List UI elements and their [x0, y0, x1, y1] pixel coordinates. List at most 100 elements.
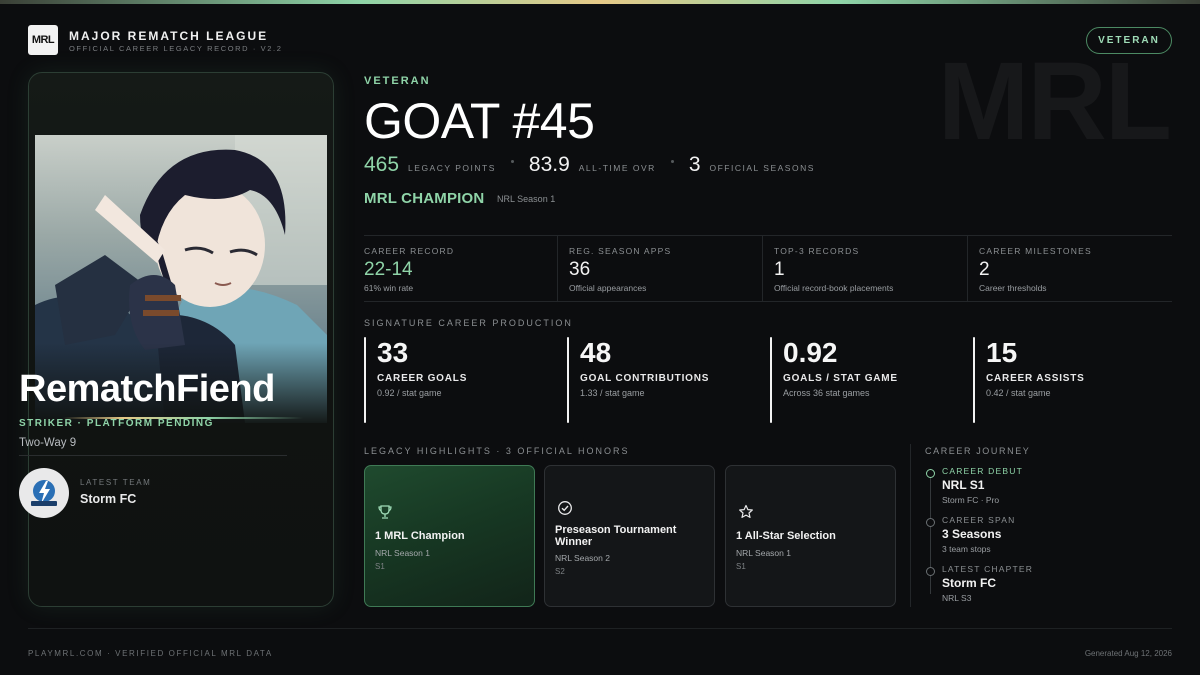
divider [910, 444, 911, 607]
record-label: CAREER MILESTONES [979, 246, 1092, 256]
highlight-sub: NRL Season 1 [736, 548, 791, 558]
production-note: 1.33 / stat game [580, 388, 645, 398]
highlights-label: LEGACY HIGHLIGHTS · 3 OFFICIAL HONORS [364, 446, 630, 456]
footer-generated-date: Generated Aug 12, 2026 [1084, 649, 1172, 658]
record-note: Official record-book placements [774, 283, 894, 293]
champion-title: MRL CHAMPION [364, 190, 485, 207]
headline-stats: 465 LEGACY POINTS 83.9 ALL-TIME OVR 3 OF… [364, 153, 815, 177]
league-name: MAJOR REMATCH LEAGUE [69, 29, 269, 43]
highlight-title: Preseason Tournament Winner [555, 524, 677, 548]
journey-label: CAREER JOURNEY [925, 446, 1031, 456]
highlight-season: S2 [555, 567, 565, 576]
star-icon [739, 504, 753, 518]
player-name: RematchFiend [19, 368, 275, 410]
record-value: 36 [569, 259, 591, 280]
timeline-dot [926, 469, 935, 478]
highlight-card: 1 MRL Champion NRL Season 1 S1 [364, 465, 535, 607]
record-milestones: CAREER MILESTONES 2 Career thresholds [979, 246, 1092, 293]
divider [364, 301, 1172, 302]
production-bar [364, 337, 366, 423]
production-label-text: CAREER GOALS [377, 373, 468, 384]
journey-step-note: Storm FC · Pro [942, 495, 1000, 505]
production-value: 33 [377, 337, 409, 368]
journey-step-value: NRL S1 [942, 478, 985, 492]
journey-step-value: Storm FC [942, 576, 996, 590]
highlight-season: S1 [736, 562, 746, 571]
footer-divider [28, 628, 1172, 629]
production-note: 0.92 / stat game [377, 388, 442, 398]
record-career-record: CAREER RECORD 22-14 61% win rate [364, 246, 454, 293]
journey-step-value: 3 Seasons [942, 527, 1002, 541]
highlight-season: S1 [375, 562, 385, 571]
legacy-points-value: 465 [364, 153, 400, 176]
latest-team-label: LATEST TEAM [80, 478, 152, 487]
production-value: 48 [580, 337, 612, 368]
record-label: CAREER RECORD [364, 246, 455, 256]
separator-dot [670, 160, 674, 163]
card-divider [19, 455, 287, 456]
team-logo [19, 468, 69, 518]
divider [967, 236, 968, 301]
player-role: STRIKER · PLATFORM PENDING [19, 418, 214, 429]
timeline-dot [926, 518, 935, 527]
journey-step-note: NRL S3 [942, 593, 972, 603]
highlight-title: 1 MRL Champion [375, 530, 465, 542]
record-label: REG. SEASON APPS [569, 246, 672, 256]
separator-dot [510, 160, 514, 163]
tier-badge: VETERAN [1086, 27, 1172, 54]
highlight-title: 1 All-Star Selection [736, 530, 836, 542]
production-bar [973, 337, 975, 423]
footer-source: PLAYMRL.COM · VERIFIED OFFICIAL MRL DATA [28, 649, 273, 658]
ovr-label: ALL-TIME OVR [578, 163, 656, 173]
highlight-sub: NRL Season 2 [555, 553, 610, 563]
record-value: 2 [979, 259, 990, 280]
trophy-icon [378, 505, 392, 519]
highlight-card: Preseason Tournament Winner NRL Season 2… [544, 465, 715, 607]
seasons-label: OFFICIAL SEASONS [709, 163, 815, 173]
production-label-text: GOALS / STAT GAME [783, 373, 898, 384]
divider [364, 235, 1172, 236]
storm-fc-logo-icon [31, 480, 57, 506]
watermark: MRL [937, 40, 1172, 163]
tier-label: VETERAN [364, 75, 431, 87]
highlight-card: 1 All-Star Selection NRL Season 1 S1 [725, 465, 896, 607]
champion-season: NRL Season 1 [497, 194, 556, 204]
production-bar [567, 337, 569, 423]
journey-step-label: CAREER SPAN [942, 515, 1016, 525]
divider [762, 236, 763, 301]
journey-step-label: LATEST CHAPTER [942, 564, 1034, 574]
production-value: 15 [986, 337, 1018, 368]
production-label: SIGNATURE CAREER PRODUCTION [364, 318, 573, 328]
record-note: Official appearances [569, 283, 647, 293]
page-title: GOAT #45 [364, 93, 595, 149]
divider [557, 236, 558, 301]
journey-step-note: 3 team stops [942, 544, 991, 554]
production-label-text: GOAL CONTRIBUTIONS [580, 373, 710, 384]
production-note: 0.42 / stat game [986, 388, 1051, 398]
record-value: 22-14 [364, 259, 413, 280]
league-logo: MRL [28, 25, 58, 55]
latest-team-name: Storm FC [80, 492, 137, 506]
production-label-text: CAREER ASSISTS [986, 373, 1085, 384]
check-circle-icon [558, 501, 572, 515]
record-label: TOP-3 RECORDS [774, 246, 860, 256]
legacy-points-label: LEGACY POINTS [408, 163, 496, 173]
top-accent-bar [0, 0, 1200, 4]
seasons-value: 3 [688, 153, 701, 176]
record-note: Career thresholds [979, 283, 1047, 293]
record-season-apps: REG. SEASON APPS 36 Official appearances [569, 246, 671, 293]
production-bar [770, 337, 772, 423]
timeline-dot [926, 567, 935, 576]
player-card [28, 72, 334, 607]
league-subtitle: OFFICIAL CAREER LEGACY RECORD · V2.2 [69, 44, 283, 53]
production-value: 0.92 [783, 337, 838, 368]
ovr-value: 83.9 [528, 153, 570, 176]
record-value: 1 [774, 259, 785, 280]
production-note: Across 36 stat games [783, 388, 870, 398]
record-top3: TOP-3 RECORDS 1 Official record-book pla… [774, 246, 893, 293]
record-note: 61% win rate [364, 283, 414, 293]
player-mode: Two-Way 9 [19, 437, 77, 449]
journey-timeline [930, 474, 931, 594]
journey-step-label: CAREER DEBUT [942, 466, 1023, 476]
highlight-sub: NRL Season 1 [375, 548, 430, 558]
